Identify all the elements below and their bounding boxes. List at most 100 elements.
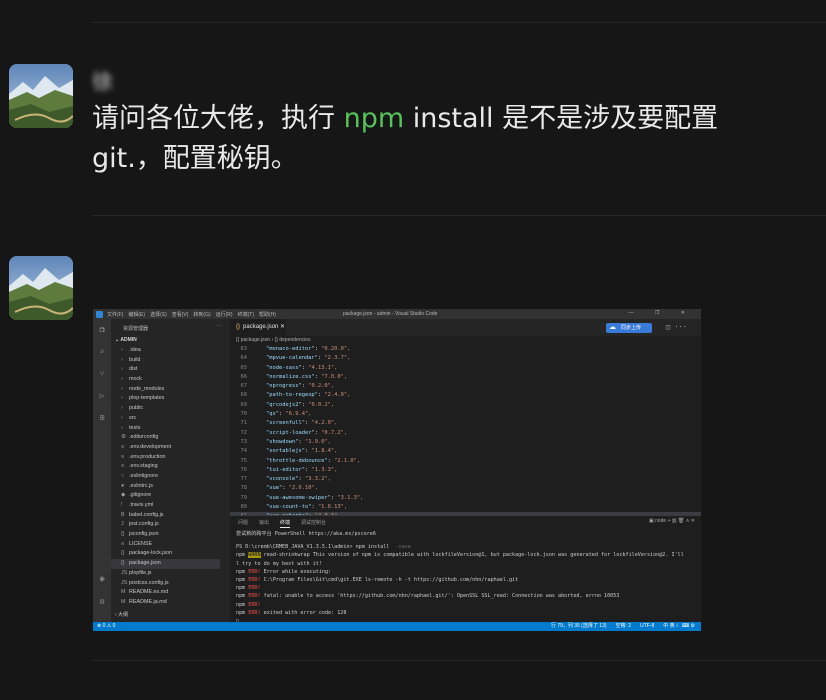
tree-item[interactable]: ● .eslintrc.js bbox=[121, 482, 220, 492]
panel-tab[interactable]: 终端 bbox=[280, 520, 291, 528]
json-value: "2.6.10", bbox=[288, 485, 318, 492]
status-item[interactable]: 行 79，列 35 (选择了 13) bbox=[551, 623, 607, 629]
more-actions-icon[interactable]: ··· bbox=[216, 323, 222, 329]
code-line[interactable]: 74 "sortablejs": "1.8.4", bbox=[230, 447, 701, 456]
code-line[interactable]: 69 "qrcodejs2": "0.0.2", bbox=[230, 401, 701, 410]
sync-upload-button[interactable]: ☁ 同步上传 bbox=[606, 323, 652, 333]
terminal-line: npm ERR! bbox=[236, 584, 694, 592]
close-icon[interactable]: ✕ bbox=[280, 324, 285, 330]
file-type-icon: M bbox=[121, 589, 126, 596]
explorer-root[interactable]: ⌄ ADMIN bbox=[115, 337, 137, 343]
tree-item[interactable]: Bbabel.config.js bbox=[121, 511, 220, 521]
menu-item[interactable]: 帮助(H) bbox=[259, 312, 276, 318]
tree-item[interactable]: › tests bbox=[121, 424, 220, 434]
terminal-output[interactable]: 尝试新的跨平台 PowerShell https://aka.ms/pscore… bbox=[236, 530, 694, 625]
code-line[interactable]: 66 "normalize.css": "7.0.0", bbox=[230, 373, 701, 382]
panel-tab[interactable]: 问题 bbox=[238, 520, 248, 526]
tree-item[interactable]: › mock bbox=[121, 375, 220, 385]
menu-item[interactable]: 转到(G) bbox=[193, 312, 210, 318]
json-key: "vue" bbox=[266, 485, 283, 492]
account-icon[interactable]: ◉ bbox=[97, 574, 107, 584]
tree-item[interactable]: Jjest.config.js bbox=[121, 520, 220, 530]
tree-item-label: jest.config.js bbox=[129, 521, 159, 528]
code-line[interactable]: 80 "vue-count-to": "1.0.13", bbox=[230, 503, 701, 512]
status-item[interactable]: UTF-8 bbox=[640, 623, 654, 629]
json-value: "1.0.13", bbox=[317, 504, 348, 511]
line-number: 71 bbox=[240, 420, 248, 427]
tree-item[interactable]: ◆ .gitignore bbox=[121, 491, 220, 501]
extensions-icon[interactable]: ⊞ bbox=[97, 413, 107, 423]
json-value: "0.7.2", bbox=[321, 429, 348, 436]
code-line[interactable]: 68 "path-to-regexp": "2.4.0", bbox=[230, 391, 701, 400]
menu-item[interactable]: 查看(V) bbox=[172, 312, 189, 318]
code-line[interactable]: 71 "screenfull": "4.2.0", bbox=[230, 419, 701, 428]
menu-item[interactable]: 文件(F) bbox=[107, 312, 123, 318]
panel-tab[interactable]: 输出 bbox=[259, 520, 269, 526]
tree-item[interactable]: M README.ja.md bbox=[121, 598, 220, 608]
tree-item[interactable]: › .idea bbox=[121, 346, 220, 356]
file-type-icon: ! bbox=[121, 502, 123, 508]
code-line[interactable]: 65 "node-sass": "4.13.1", bbox=[230, 364, 701, 373]
tree-item[interactable]: {} package-lock.json bbox=[121, 549, 220, 559]
tab-package-json[interactable]: {} package.json ✕ bbox=[230, 319, 286, 336]
bottom-divider bbox=[92, 660, 826, 661]
json-key: "sortablejs" bbox=[266, 448, 305, 455]
tree-item[interactable]: › build bbox=[121, 356, 220, 366]
status-item[interactable]: 空格: 2 bbox=[616, 623, 632, 629]
menu-item[interactable]: 终端(T) bbox=[238, 312, 254, 318]
terminal-text: Error while executing: bbox=[260, 568, 332, 575]
settings-gear-icon[interactable]: ⚙ bbox=[97, 597, 107, 607]
problems-status[interactable]: ⊗ 0 ⚠ 0 bbox=[97, 622, 115, 631]
menu-item[interactable]: 选择(S) bbox=[150, 312, 167, 318]
panel-toolbar[interactable]: ▣ node + ▥ 🗑 ∧ ✕ bbox=[649, 518, 695, 524]
outline-section[interactable]: › 大纲 bbox=[115, 611, 128, 618]
tree-item[interactable]: ≡ LICENSE bbox=[121, 540, 220, 550]
tree-item[interactable]: › dist bbox=[121, 365, 220, 375]
tree-item[interactable]: ≡ .env.development bbox=[121, 443, 220, 453]
source-control-icon[interactable]: ⑂ bbox=[97, 369, 107, 379]
code-line[interactable]: 79 "vue-awesome-swiper": "3.1.3", bbox=[230, 494, 701, 503]
tree-item[interactable]: › node_modules bbox=[121, 385, 220, 395]
code-line[interactable]: 70 "qs": "6.9.4", bbox=[230, 410, 701, 419]
code-line[interactable]: 75 "throttle-debounce": "2.1.0", bbox=[230, 457, 701, 466]
tree-item[interactable]: › plop-templates bbox=[121, 394, 220, 404]
panel-tab[interactable]: 调试控制台 bbox=[301, 520, 326, 526]
debug-icon[interactable]: ▷ bbox=[97, 391, 107, 401]
avatar-landscape-image bbox=[9, 64, 73, 128]
tree-item[interactable]: ○ .eslintignore bbox=[121, 472, 220, 482]
avatar[interactable] bbox=[9, 64, 73, 128]
tree-item[interactable]: ⚙ .editorconfig bbox=[121, 433, 220, 443]
search-icon[interactable]: ⌕ bbox=[97, 347, 107, 357]
tree-item-label: mock bbox=[129, 376, 142, 383]
code-line[interactable]: 76 "tui-editor": "1.3.3", bbox=[230, 466, 701, 475]
code-line[interactable]: 63 "monaco-editor": "0.20.0", bbox=[230, 345, 701, 354]
tree-item[interactable]: JS plopfile.js bbox=[121, 569, 220, 579]
code-line[interactable]: 72 "script-loader": "0.7.2", bbox=[230, 429, 701, 438]
window-controls[interactable]: — ❐ ✕ bbox=[629, 310, 695, 316]
menu-item[interactable]: 编辑(E) bbox=[128, 312, 145, 318]
tree-item[interactable]: › public bbox=[121, 404, 220, 414]
breadcrumb[interactable]: {} package.json › {} dependencies bbox=[230, 336, 311, 345]
tree-item[interactable]: › src bbox=[121, 414, 220, 424]
status-item[interactable]: 中 英 ☾ ⌨ ⚙ bbox=[663, 623, 695, 629]
tree-item[interactable]: ≡ .env.production bbox=[121, 453, 220, 463]
screenshot-attachment[interactable]: 文件(F) 编辑(E) 选择(S) 查看(V) 转到(G) 运行(R) 终端(T) 帮助(H)… bbox=[93, 309, 701, 631]
code-line[interactable]: 77 "vconsole": "3.3.2", bbox=[230, 475, 701, 484]
menu-item[interactable]: 运行(R) bbox=[216, 312, 233, 318]
files-icon[interactable]: ❐ bbox=[97, 325, 107, 335]
tree-item[interactable]: JS postcss.config.js bbox=[121, 579, 220, 589]
avatar[interactable] bbox=[9, 256, 73, 320]
code-line[interactable]: 64 "mpvue-calendar": "2.3.7", bbox=[230, 354, 701, 363]
split-editor-icon[interactable]: ◫ ··· bbox=[666, 323, 687, 331]
terminal-line: 尝试新的跨平台 PowerShell https://aka.ms/pscore… bbox=[236, 530, 694, 538]
tree-item[interactable]: ! .travis.yml bbox=[121, 501, 220, 511]
tree-item[interactable]: {} package.json bbox=[111, 559, 220, 569]
code-view[interactable]: 63 "monaco-editor": "0.20.0", 64 "mpvue-cal… bbox=[230, 345, 701, 531]
tree-item[interactable]: {} jsconfig.json bbox=[121, 530, 220, 540]
code-line[interactable]: 78 "vue": "2.6.10", bbox=[230, 484, 701, 493]
code-line[interactable]: 73 "showdown": "1.9.0", bbox=[230, 438, 701, 447]
tree-item[interactable]: ≡ .env.staging bbox=[121, 462, 220, 472]
tree-item[interactable]: M README.es.md bbox=[121, 588, 220, 598]
file-type-icon: J bbox=[121, 521, 124, 528]
code-line[interactable]: 67 "nprogress": "0.2.0", bbox=[230, 382, 701, 391]
